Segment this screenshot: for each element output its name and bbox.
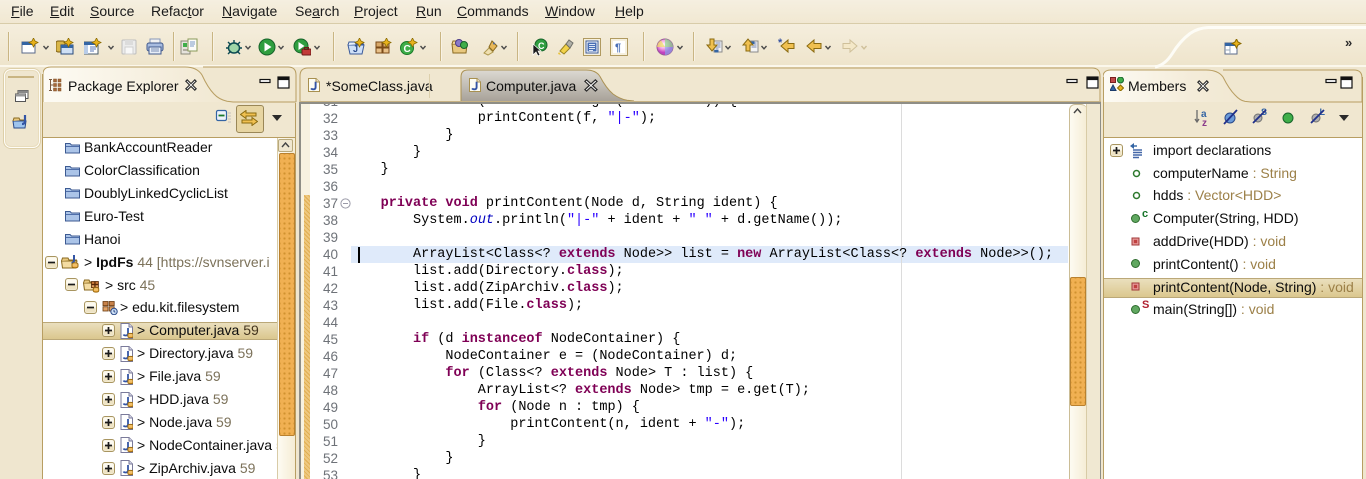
svg-text:J: J: [353, 44, 358, 54]
svg-text:C: C: [404, 44, 411, 55]
svg-text:¶: ¶: [615, 42, 621, 54]
svg-text:z: z: [1202, 118, 1207, 127]
